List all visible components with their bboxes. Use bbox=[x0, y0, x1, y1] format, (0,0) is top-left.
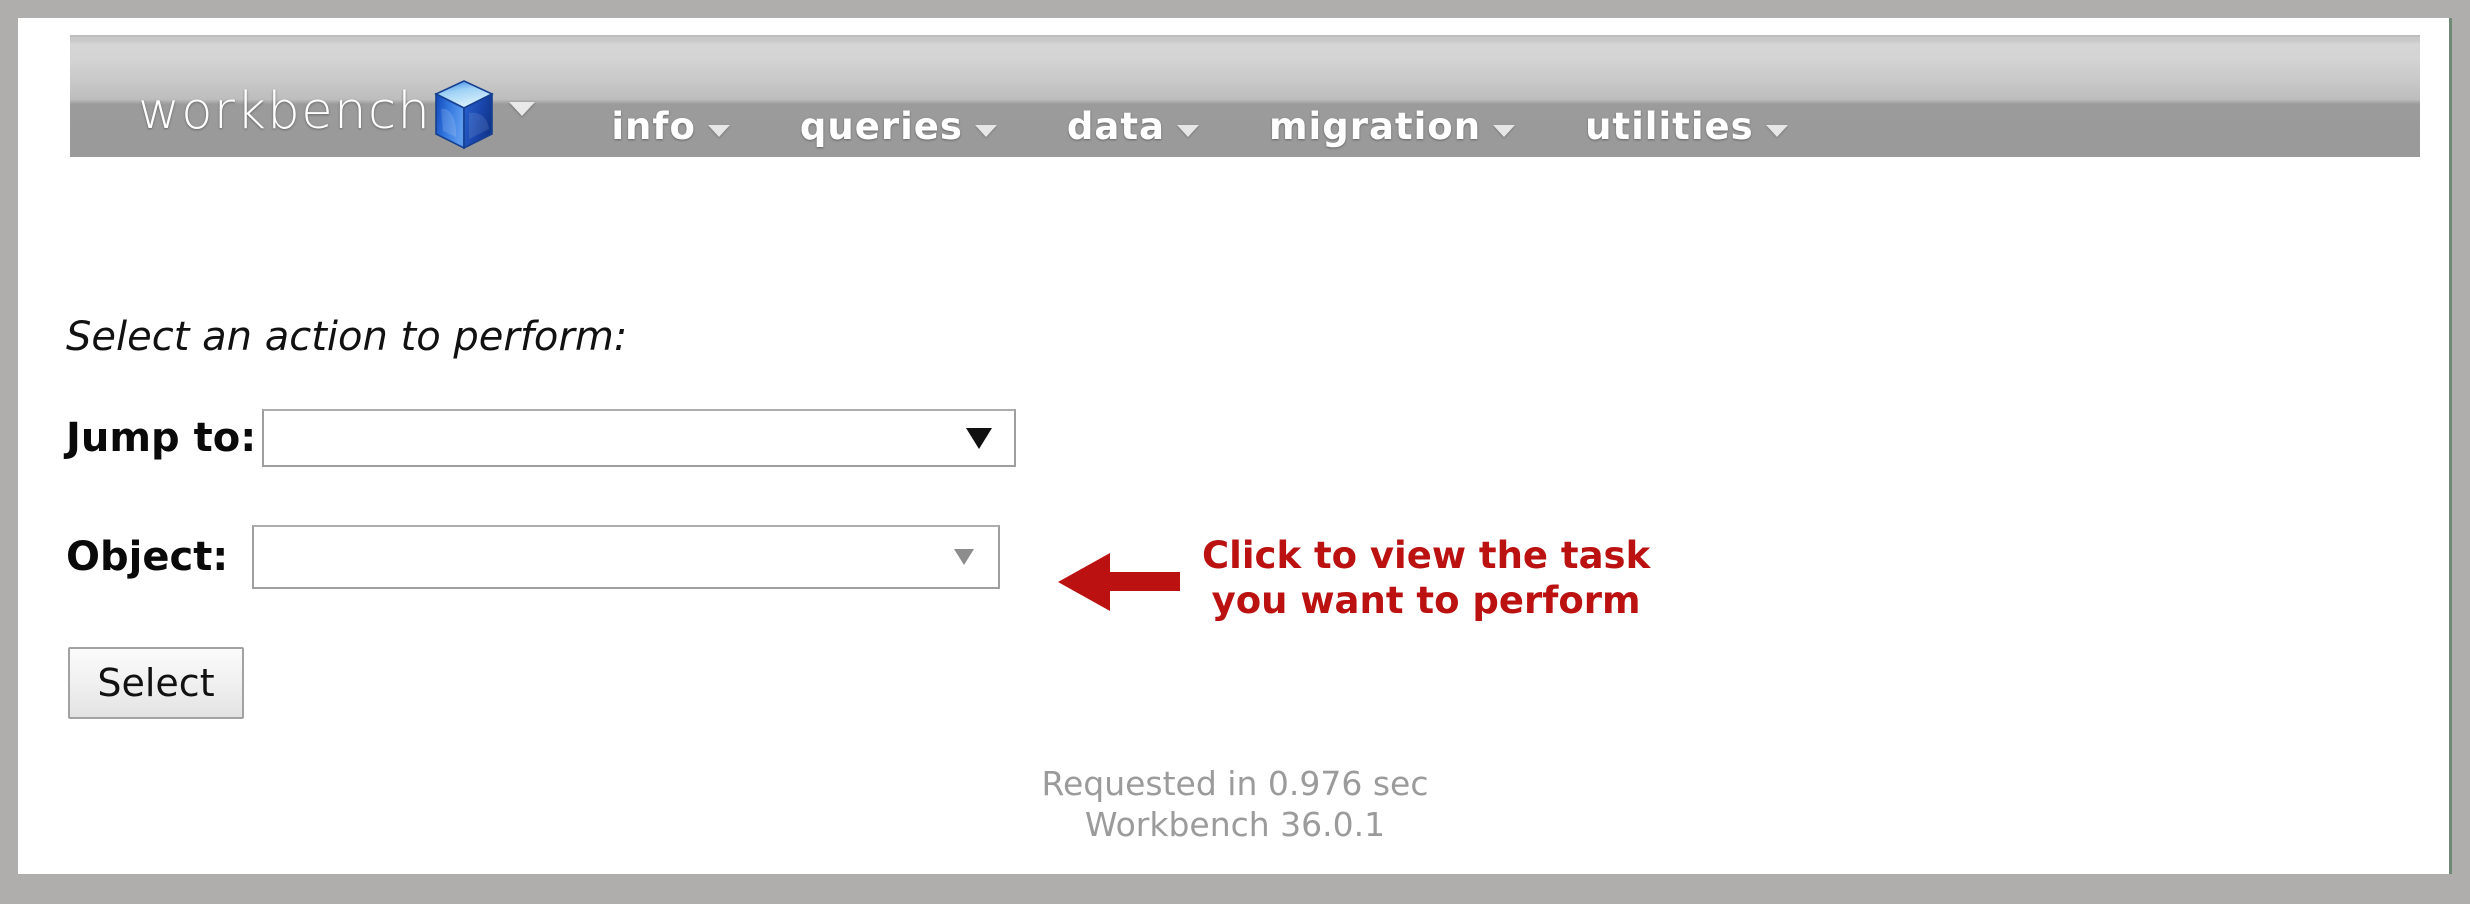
nav-item-label: migration bbox=[1268, 105, 1482, 148]
chevron-down-icon bbox=[1176, 125, 1199, 137]
request-time: Requested in 0.976 sec bbox=[1041, 764, 1429, 803]
brand-name: workbench bbox=[138, 81, 432, 141]
blue-cube-icon bbox=[433, 79, 495, 151]
version-label: Workbench 36.0.1 bbox=[1084, 805, 1386, 845]
brand-logo[interactable]: workbench bbox=[138, 79, 536, 150]
chevron-down-icon bbox=[707, 125, 730, 137]
screenshot-frame: workbench info queries data migration ut… bbox=[0, 0, 2470, 904]
triangle-down-icon bbox=[966, 427, 992, 449]
nav-item-migration[interactable]: migration bbox=[1268, 105, 1516, 148]
chevron-down-icon bbox=[1765, 125, 1788, 137]
nav-item-info[interactable]: info bbox=[611, 108, 730, 145]
nav-item-label: queries bbox=[799, 105, 963, 148]
annotation-callout: Click to view the task you want to perfo… bbox=[1058, 533, 1650, 623]
annotation-line-2: you want to perform bbox=[1211, 579, 1641, 623]
brand-chevron-down-icon[interactable] bbox=[509, 102, 536, 116]
arrow-left-icon bbox=[1058, 552, 1180, 612]
jump-to-select[interactable] bbox=[262, 409, 1016, 467]
chevron-down-icon bbox=[974, 125, 997, 137]
object-label: Object: bbox=[66, 534, 229, 580]
jump-to-field-row: Jump to: bbox=[66, 409, 1016, 467]
page-footer: Requested in 0.976 sec Workbench 36.0.1 bbox=[18, 763, 2449, 846]
main-navbar: workbench info queries data migration ut… bbox=[70, 35, 2420, 157]
annotation-line-1: Click to view the task bbox=[1202, 534, 1651, 577]
annotation-text: Click to view the task you want to perfo… bbox=[1202, 533, 1650, 623]
nav-item-data[interactable]: data bbox=[1067, 108, 1199, 145]
select-button[interactable]: Select bbox=[68, 647, 244, 719]
nav-item-queries[interactable]: queries bbox=[800, 108, 997, 145]
page-prompt: Select an action to perform: bbox=[66, 314, 628, 360]
object-field-row: Object: bbox=[66, 525, 1000, 589]
nav-item-label: data bbox=[1066, 105, 1165, 148]
workbench-page: workbench info queries data migration ut… bbox=[18, 18, 2452, 874]
jump-to-label: Jump to: bbox=[66, 415, 257, 461]
nav-item-label: info bbox=[611, 105, 696, 148]
nav-item-utilities[interactable]: utilities bbox=[1585, 108, 1788, 145]
triangle-down-icon bbox=[954, 549, 974, 565]
object-select[interactable] bbox=[252, 525, 1000, 589]
chevron-down-icon bbox=[1493, 125, 1516, 137]
nav-menu: info queries data migration utilities bbox=[611, 105, 1788, 148]
nav-item-label: utilities bbox=[1585, 105, 1754, 148]
